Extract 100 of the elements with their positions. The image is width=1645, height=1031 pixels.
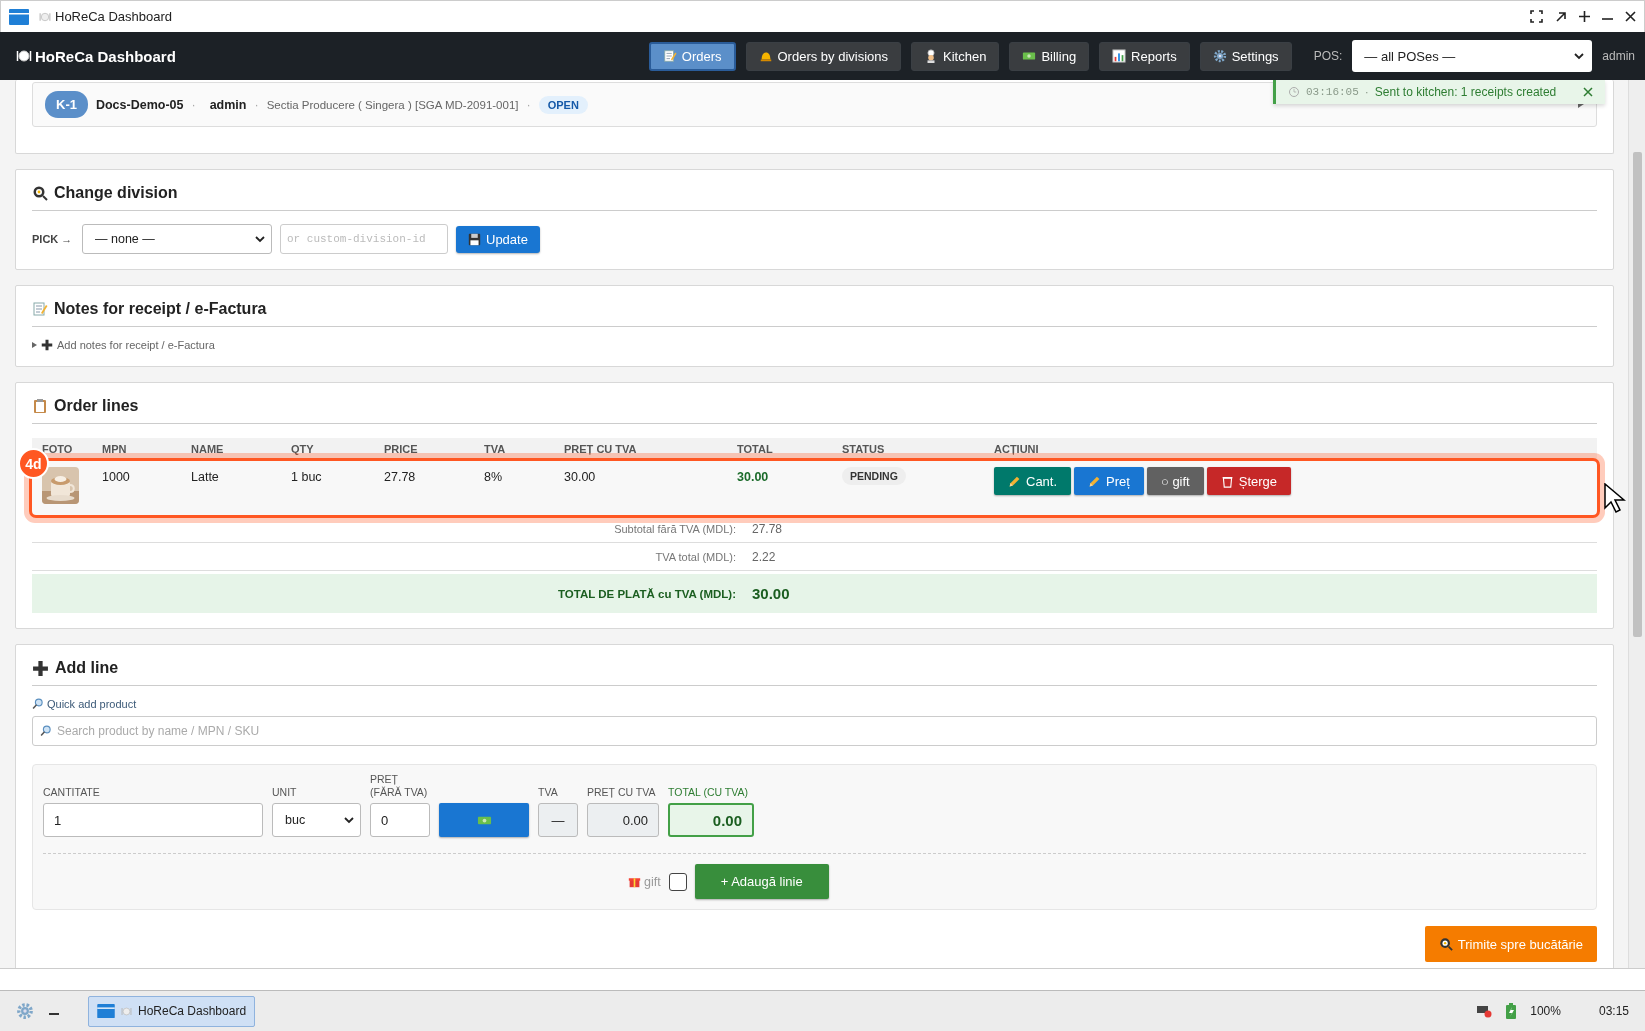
table-cell-text: 27.78 [384, 469, 417, 484]
scrollbar[interactable] [1628, 80, 1645, 968]
pos-label: POS: [1313, 49, 1343, 63]
price-button[interactable]: Preț [1074, 467, 1144, 495]
column-header: PREȚ CU TVA [564, 442, 638, 455]
custom-division-field[interactable]: or custom-division-id [280, 224, 448, 254]
division-select[interactable]: — none — [82, 224, 272, 254]
folder-icon [97, 1004, 115, 1018]
arrow-icon[interactable] [1555, 10, 1567, 23]
column-header: STATUS [842, 442, 886, 455]
memo-icon [662, 49, 677, 63]
gift-icon [628, 875, 641, 888]
nav-button[interactable]: Orders by divisions [745, 41, 902, 71]
field-label: CANTITATE [43, 786, 101, 799]
nav-button[interactable]: Settings [1199, 41, 1292, 71]
bar-chart-icon [1112, 49, 1127, 63]
gift-label: gift [628, 874, 661, 889]
order-user: admin [209, 97, 247, 112]
status-badge: OPEN [538, 95, 588, 114]
folder-icon [9, 8, 29, 25]
pick-label: PICK → [32, 233, 74, 245]
product-search-field[interactable]: Search product by name / MPN / SKU [32, 716, 1597, 746]
update-button[interactable]: Update [456, 225, 540, 253]
clock-icon [1288, 86, 1300, 98]
card-title: Notes for receipt / e-Factura [54, 300, 267, 318]
nav-button[interactable]: Kitchen [911, 41, 1000, 71]
plus-icon [41, 339, 53, 351]
separator: · [191, 97, 196, 112]
pos-select[interactable]: — all POSes — [1352, 40, 1593, 72]
summary-value: 2.22 [752, 549, 777, 564]
column-header: TOTAL [737, 442, 774, 455]
total-field[interactable]: 0.00 [668, 803, 754, 837]
caret-icon [344, 816, 354, 824]
column-header: MPN [102, 442, 128, 455]
table-badge: K-1 [45, 91, 88, 118]
field-label: TOTAL (CU TVA) [668, 786, 749, 799]
column-header: ACȚIUNI [994, 442, 1040, 455]
price-field[interactable]: 0 [370, 803, 430, 837]
price-with-tva-field[interactable]: 0.00 [587, 803, 659, 837]
plate-icon [16, 48, 32, 64]
card-title: Change division [54, 184, 178, 202]
fullscreen-icon[interactable] [1530, 10, 1543, 23]
summary-value: 27.78 [752, 521, 784, 536]
separator: · [526, 97, 531, 112]
separator: · [254, 97, 259, 112]
delete-button[interactable]: Șterge [1206, 467, 1292, 495]
add-notes-toggle[interactable]: Add notes for receipt / e-Factura [32, 339, 215, 351]
pencil-icon [1088, 474, 1102, 488]
card-title: Add line [55, 659, 119, 677]
memo-icon [32, 301, 48, 317]
column-header: TVA [484, 442, 507, 455]
battery-icon [1506, 1003, 1517, 1019]
settings-icon [1212, 49, 1227, 63]
division-text: Sectia Producere ( Singera ) [SGA MD-2091-001] [266, 98, 519, 111]
nav-button[interactable]: Reports [1099, 41, 1190, 71]
pencil-icon [1008, 474, 1021, 488]
quantity-button[interactable]: Cant. [994, 467, 1072, 495]
table-cell-text: 8% [484, 469, 504, 484]
table-cell-text: 1000 [102, 469, 131, 484]
add-line-button[interactable]: + Adaugă linie [694, 864, 829, 899]
taskbar-app-button[interactable]: HoReCa Dashboard [88, 995, 256, 1027]
nav-button[interactable]: Billing [1009, 41, 1090, 71]
table-cell-text: 30.00 [564, 469, 597, 484]
field-label: PREȚ CU TVA [587, 786, 657, 799]
magnifier-icon [40, 725, 52, 737]
quantity-field[interactable]: 1 [43, 803, 263, 837]
field-label: UNIT [272, 786, 298, 799]
clipboard-icon [32, 398, 48, 414]
card-title: Order lines [54, 397, 139, 415]
caret-icon [1574, 52, 1585, 60]
tva-field[interactable]: — [538, 803, 578, 837]
window-title: HoReCa Dashboard [39, 9, 1520, 24]
user-name: admin [1602, 49, 1635, 63]
grand-total-value: 30.00 [752, 585, 791, 602]
field-label: PREȚ (FĂRĂ TVA) [370, 773, 429, 799]
table-cell-text: 30.00 [737, 469, 770, 484]
settings-icon [16, 1002, 34, 1020]
close-icon[interactable] [1625, 11, 1636, 22]
column-header: FOTO [42, 442, 74, 455]
toast-message: Sent to kitchen: 1 receipts created [1374, 85, 1558, 99]
table-cell-text: Latte [191, 469, 220, 484]
column-header: PRICE [384, 442, 419, 455]
plus-icon[interactable] [1579, 11, 1590, 22]
clock-time: 03:15 [1598, 1004, 1629, 1018]
gift-checkbox[interactable] [668, 872, 687, 891]
column-header: NAME [191, 442, 225, 455]
table-cell-text: 1 buc [291, 469, 323, 484]
field-label: TVA [538, 786, 559, 799]
order-name: Docs-Demo-05 [95, 97, 184, 112]
gift-button[interactable]: ○ gift [1146, 467, 1204, 495]
separator: · [1364, 85, 1369, 99]
magnifier-icon [32, 698, 44, 710]
unit-select[interactable]: buc [272, 803, 361, 837]
toast-time: 03:16:05 [1306, 86, 1359, 98]
network-error-icon [1476, 1004, 1493, 1018]
plate-icon [39, 10, 51, 23]
battery-percent: 100% [1530, 1004, 1561, 1018]
quick-add-label: Quick add product [32, 698, 1597, 710]
summary-label: Subtotal fără TVA (MDL): [613, 522, 737, 535]
brand-title: HoReCa Dashboard [16, 47, 639, 65]
